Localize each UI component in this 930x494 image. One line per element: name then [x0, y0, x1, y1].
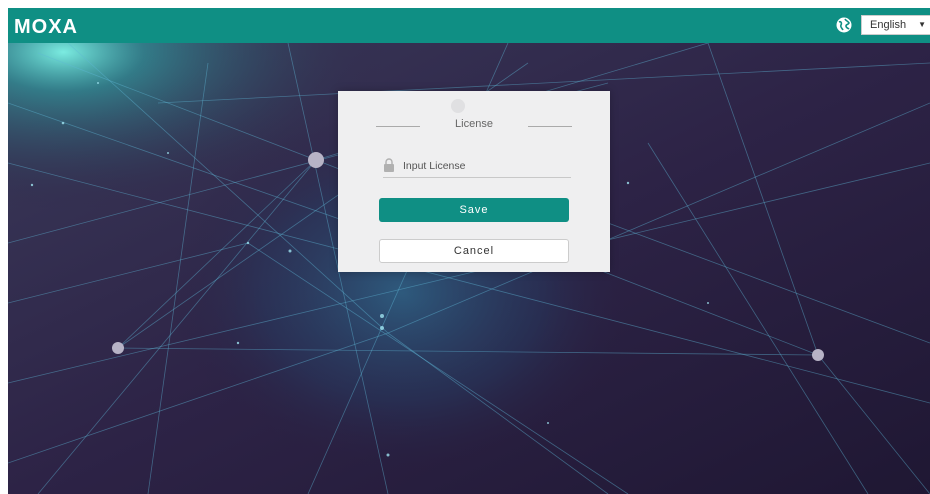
license-dialog: License Input License Save Cancel [338, 91, 610, 272]
globe-icon [836, 17, 852, 33]
app-window: MOXA English ▼ License Input License Sav… [8, 8, 930, 494]
cancel-button[interactable]: Cancel [379, 239, 569, 263]
moxa-logo: MOXA [14, 16, 78, 38]
license-input-placeholder: Input License [403, 160, 466, 172]
lock-icon [384, 158, 394, 172]
dialog-title: License [455, 118, 493, 130]
title-divider-right [528, 126, 572, 127]
top-bar: MOXA English ▼ [8, 8, 930, 43]
language-selected: English [870, 19, 907, 31]
save-button[interactable]: Save [379, 198, 569, 222]
license-input[interactable]: Input License [383, 151, 571, 178]
dialog-decoration [451, 99, 465, 113]
language-select[interactable]: English ▼ [861, 15, 930, 35]
caret-down-icon: ▼ [918, 20, 926, 29]
